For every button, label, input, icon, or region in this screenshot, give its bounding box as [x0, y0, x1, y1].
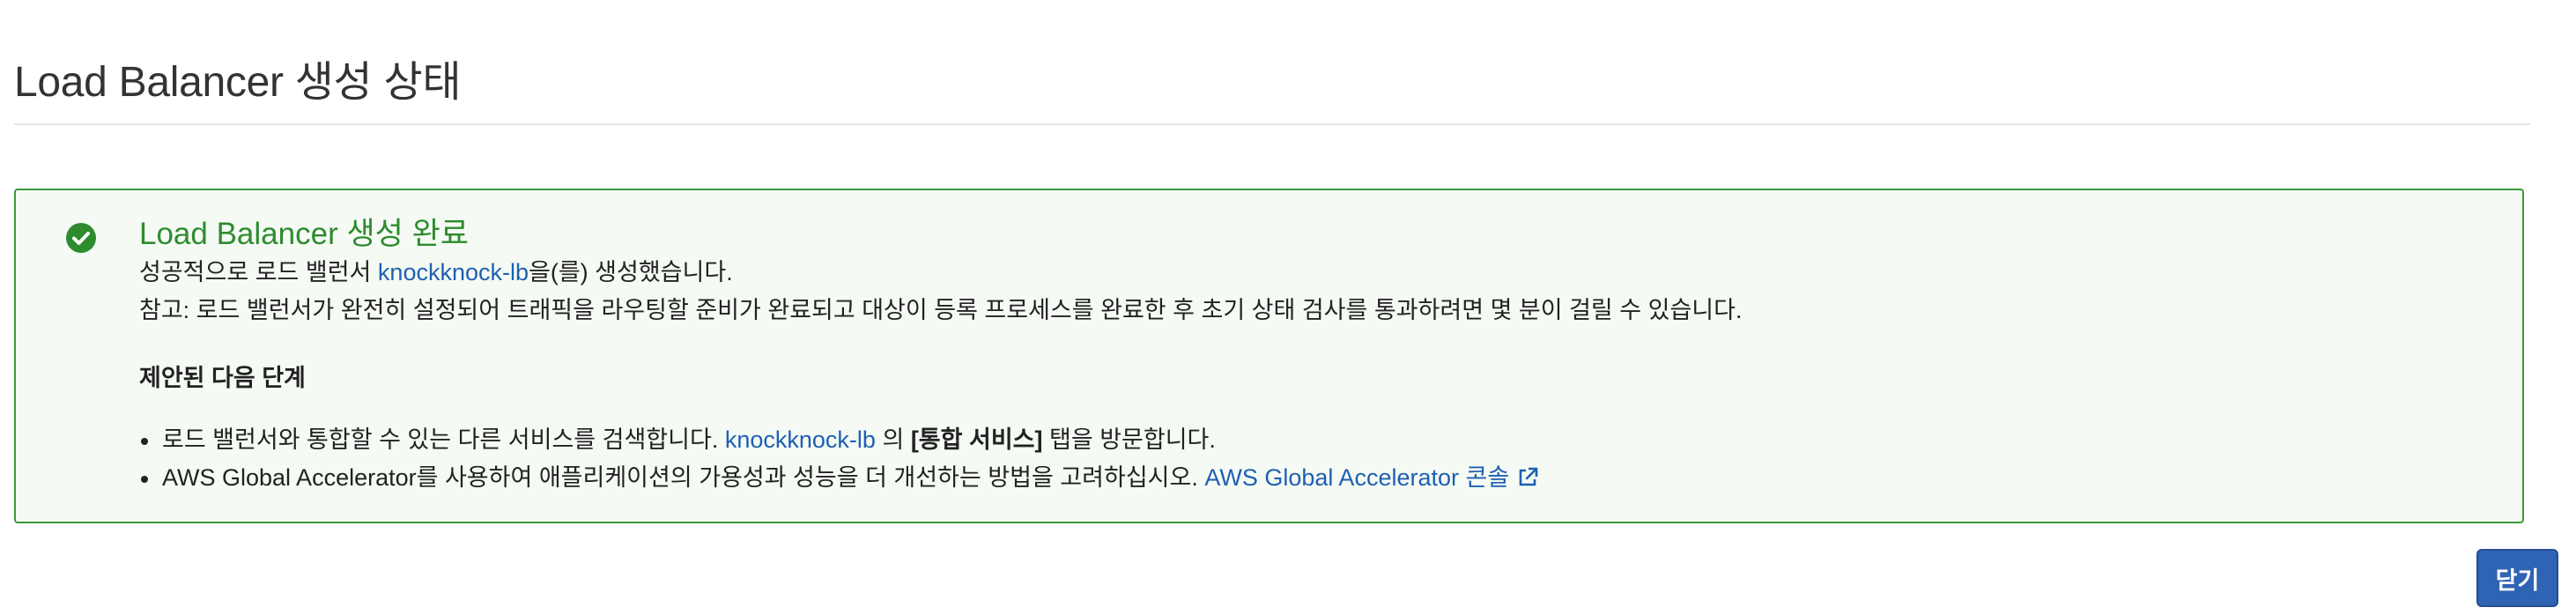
- step1-prefix: 로드 밸런서와 통합할 수 있는 다른 서비스를 검색합니다.: [162, 426, 719, 453]
- page-header: Load Balancer 생성 상태: [14, 55, 2530, 125]
- success-suffix: 을(를) 생성했습니다.: [529, 259, 733, 285]
- page-title: Load Balancer 생성 상태: [14, 59, 462, 106]
- check-circle-icon: [65, 222, 97, 254]
- success-message: 성공적으로 로드 밸런서 knockknock-lb을(를) 생성했습니다.: [139, 254, 2487, 292]
- global-accelerator-console-link[interactable]: AWS Global Accelerator 콘솔: [1204, 464, 1539, 491]
- next-step-global-accelerator: AWS Global Accelerator를 사용하여 애플리케이션의 가용성…: [139, 459, 2487, 500]
- step2-text: AWS Global Accelerator를 사용하여 애플리케이션의 가용성…: [162, 464, 1198, 491]
- step1-suffix: 탭을 방문합니다.: [1049, 426, 1216, 453]
- success-panel: Load Balancer 생성 완료 성공적으로 로드 밸런서 knockkn…: [14, 189, 2524, 523]
- integrated-services-tab-name: [통합 서비스]: [910, 426, 1043, 453]
- next-steps-heading: 제안된 다음 단계: [139, 365, 306, 391]
- success-prefix: 성공적으로 로드 밸런서: [139, 259, 372, 285]
- close-button[interactable]: 닫기: [2476, 549, 2558, 607]
- note-message: 참고: 로드 밸런서가 완전히 설정되어 트래픽을 라우팅할 준비가 완료되고 …: [139, 297, 1743, 323]
- step1-load-balancer-link[interactable]: knockknock-lb: [725, 426, 876, 453]
- step1-mid: 의: [882, 426, 905, 453]
- next-step-integrated-services: 로드 밸런서와 통합할 수 있는 다른 서비스를 검색합니다. knockkno…: [139, 421, 2487, 459]
- panel-body: Load Balancer 생성 완료 성공적으로 로드 밸런서 knockkn…: [139, 215, 2487, 500]
- global-accelerator-console-label: AWS Global Accelerator 콘솔: [1204, 464, 1510, 491]
- load-balancer-link[interactable]: knockknock-lb: [378, 259, 529, 285]
- next-steps-list: 로드 밸런서와 통합할 수 있는 다른 서비스를 검색합니다. knockkno…: [139, 421, 2487, 500]
- external-link-icon: [1516, 463, 1539, 500]
- status-title: Load Balancer 생성 완료: [139, 217, 469, 251]
